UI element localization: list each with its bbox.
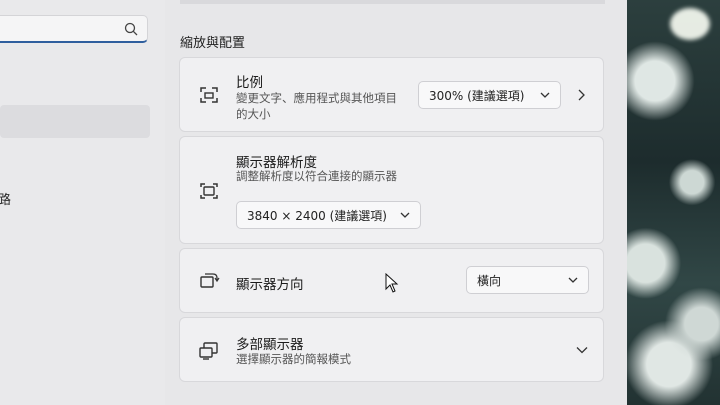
chevron-down-icon [400, 212, 410, 218]
desktop-wallpaper [627, 0, 720, 405]
orientation-dropdown-value: 橫向 [477, 273, 502, 288]
sidebar-item-label[interactable]: 路 [0, 189, 11, 208]
section-title: 縮放與配置 [180, 36, 246, 51]
multiple-displays-card[interactable]: 多部顯示器 選擇顯示器的簡報模式 [179, 317, 604, 382]
sidebar-item-selected[interactable] [0, 105, 150, 138]
resolution-icon [200, 183, 218, 199]
resolution-dropdown-value: 3840 × 2400 (建議選項) [247, 208, 387, 223]
multiple-displays-icon [199, 342, 218, 360]
screen-glare [670, 8, 710, 40]
orientation-dropdown[interactable]: 橫向 [466, 266, 589, 294]
mouse-cursor-icon [385, 273, 399, 293]
multiple-displays-description: 選擇顯示器的簡報模式 [236, 352, 351, 366]
search-icon[interactable] [123, 21, 139, 37]
orientation-icon [200, 273, 220, 288]
chevron-right-icon[interactable] [576, 89, 586, 101]
search-box[interactable] [0, 15, 148, 43]
resolution-card: 顯示器解析度 調整解析度以符合連接的顯示器 3840 × 2400 (建議選項) [179, 136, 604, 244]
scale-dropdown-value: 300% (建議選項) [429, 88, 525, 103]
chevron-down-icon[interactable] [576, 346, 588, 354]
scale-dropdown[interactable]: 300% (建議選項) [418, 81, 561, 109]
chevron-down-icon [540, 92, 550, 98]
resolution-dropdown[interactable]: 3840 × 2400 (建議選項) [236, 201, 421, 229]
scale-description: 變更文字、應用程式與其他項目的大小 [236, 91, 397, 121]
previous-card-edge [180, 0, 605, 4]
scale-card[interactable]: 比例 變更文字、應用程式與其他項目的大小 300% (建議選項) [179, 57, 604, 132]
resolution-description: 調整解析度以符合連接的顯示器 [236, 169, 397, 183]
scale-icon [200, 87, 218, 103]
scale-title: 比例 [236, 75, 263, 91]
sidebar: 路 [0, 0, 165, 405]
search-input[interactable] [0, 16, 117, 42]
orientation-title: 顯示器方向 [236, 277, 304, 293]
multiple-displays-title: 多部顯示器 [236, 337, 304, 353]
chevron-down-icon [568, 277, 578, 283]
